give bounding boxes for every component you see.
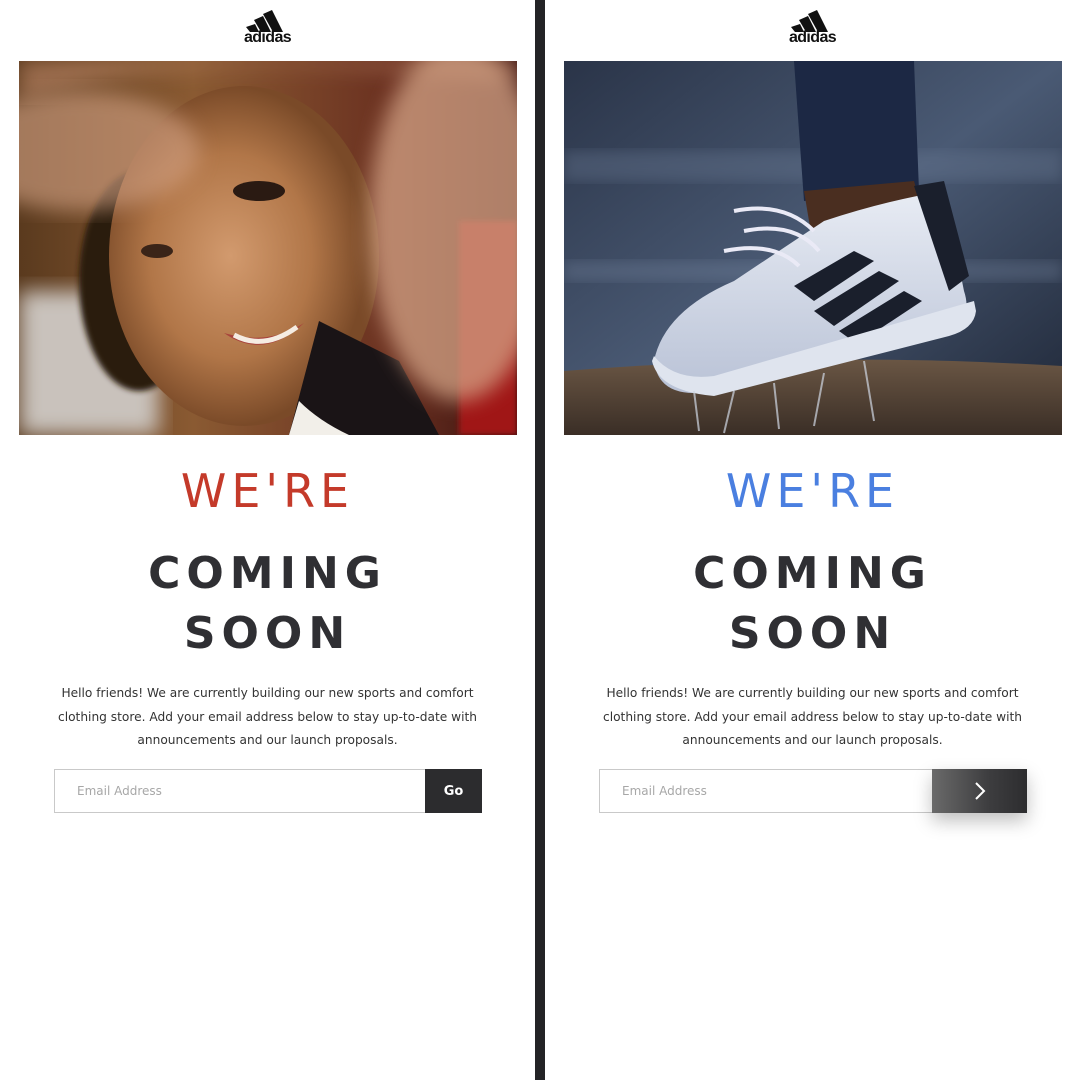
go-button[interactable]: Go (425, 769, 482, 813)
headline-coming-soon: COMING SOON (0, 544, 535, 664)
coming-soon-panel-red: adidas WE'RE COMING SOON Hello friends! … (0, 0, 535, 1080)
intro-paragraph: Hello friends! We are currently building… (603, 686, 1022, 748)
hero-image-sneaker (564, 61, 1062, 435)
signup-form: Go (54, 769, 482, 813)
headline-were: WE'RE (180, 464, 355, 518)
comparison-stage: adidas WE'RE COMING SOON Hello friends! … (0, 0, 1080, 1080)
adidas-logo[interactable]: adidas (238, 10, 298, 50)
submit-arrow-button[interactable] (932, 769, 1027, 813)
headline-line-soon: SOON (183, 608, 352, 659)
adidas-logo[interactable]: adidas (783, 10, 843, 50)
headline-line-coming: COMING (148, 548, 387, 599)
signup-form (599, 769, 1027, 813)
headline-were: WE'RE (725, 464, 900, 518)
logo-wordmark: adidas (243, 29, 292, 46)
chevron-right-icon (974, 782, 985, 800)
intro-paragraph: Hello friends! We are currently building… (58, 686, 477, 748)
logo-wordmark: adidas (788, 29, 837, 46)
coming-soon-panel-blue: adidas WE'RE COMING SOON Hello friends! … (545, 0, 1080, 1080)
hero-image-woman (19, 61, 517, 435)
headline-coming-soon: COMING SOON (545, 544, 1080, 664)
panel-divider (535, 0, 545, 1080)
headline-line-soon: SOON (728, 608, 897, 659)
email-field[interactable] (54, 769, 425, 813)
email-field[interactable] (599, 769, 932, 813)
headline-line-coming: COMING (693, 548, 932, 599)
